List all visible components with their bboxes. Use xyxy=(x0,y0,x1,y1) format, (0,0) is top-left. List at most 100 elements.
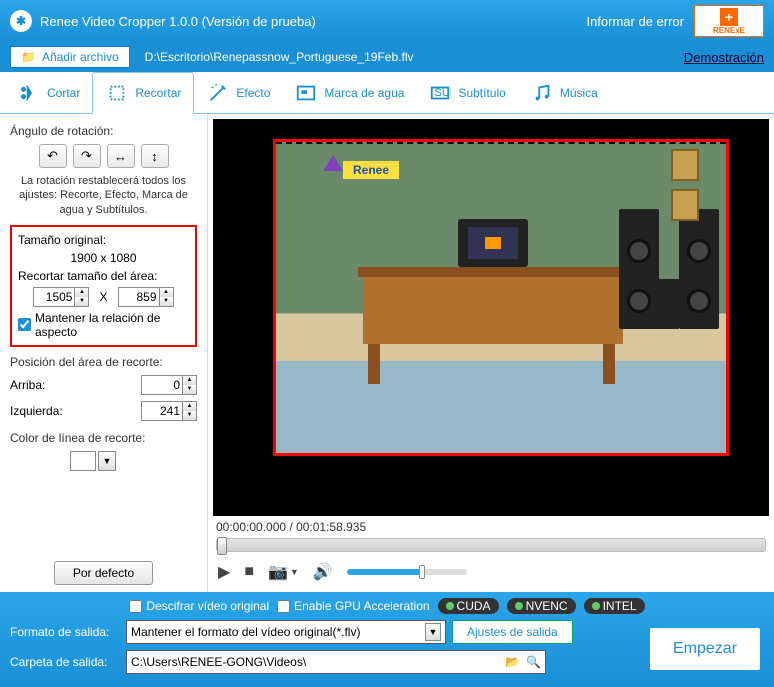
top-label: Arriba: xyxy=(10,378,80,392)
tab-effect[interactable]: Efecto xyxy=(194,72,282,113)
tab-cut[interactable]: Cortar xyxy=(5,72,92,113)
footer: Descifrar vídeo original Enable GPU Acce… xyxy=(0,592,774,687)
tab-music-label: Música xyxy=(560,86,598,100)
plus-icon: + xyxy=(720,8,738,26)
folder-label: Carpeta de salida: xyxy=(10,655,120,669)
chevron-down-icon[interactable]: ▼ xyxy=(425,623,441,641)
video-area[interactable]: Renee xyxy=(213,119,769,516)
crop-height-input[interactable] xyxy=(118,287,160,307)
chevron-down-icon[interactable]: ▼ xyxy=(75,297,88,306)
color-dropdown[interactable]: ▼ xyxy=(98,451,116,471)
left-spinner[interactable]: ▲▼ xyxy=(141,401,197,421)
left-label: Izquierda: xyxy=(10,404,80,418)
demo-link[interactable]: Demostración xyxy=(684,50,764,65)
crop-height-spinner[interactable]: ▲▼ xyxy=(118,287,174,307)
tab-watermark-label: Marca de agua xyxy=(324,86,404,100)
nvenc-badge: NVENC xyxy=(507,598,576,614)
wand-icon xyxy=(206,81,230,105)
output-folder-field[interactable]: C:\Users\RENEE-GONG\Videos\ 📂 🔍 xyxy=(126,650,546,674)
rotate-cw-button[interactable]: ↷ xyxy=(73,144,101,168)
chevron-up-icon[interactable]: ▲ xyxy=(75,288,88,297)
titlebar: ✱ Renee Video Cropper 1.0.0 (Versión de … xyxy=(0,0,774,42)
output-settings-button[interactable]: Ajustes de salida xyxy=(452,620,573,644)
tab-music[interactable]: Música xyxy=(518,72,610,113)
decode-checkbox[interactable]: Descifrar vídeo original xyxy=(129,599,269,613)
preview-panel: Renee 00:00:00.000 / 00:01:58.935 ▶ ■ 📷▼… xyxy=(208,114,774,592)
stop-button[interactable]: ■ xyxy=(244,563,254,581)
chevron-down-icon[interactable]: ▼ xyxy=(160,297,173,306)
start-button[interactable]: Empezar xyxy=(650,628,760,670)
folder-open-icon[interactable]: 📂 xyxy=(505,655,520,669)
size-panel: Tamaño original: 1900 x 1080 Recortar ta… xyxy=(10,225,197,347)
play-button[interactable]: ▶ xyxy=(218,562,230,582)
rotate-ccw-button[interactable]: ↶ xyxy=(39,144,67,168)
chevron-up-icon[interactable]: ▲ xyxy=(160,288,173,297)
flip-v-button[interactable]: ↕ xyxy=(141,144,169,168)
gpu-checkbox[interactable]: Enable GPU Acceleration xyxy=(277,599,429,613)
svg-text:SUB: SUB xyxy=(435,86,452,98)
timecode: 00:00:00.000 / 00:01:58.935 xyxy=(208,516,774,538)
crop-width-input[interactable] xyxy=(33,287,75,307)
scrubber[interactable] xyxy=(216,538,766,552)
chevron-down-icon[interactable]: ▼ xyxy=(183,385,196,394)
chevron-up-icon[interactable]: ▲ xyxy=(183,376,196,385)
content: Ángulo de rotación: ↶ ↷ ↔ ↕ La rotación … xyxy=(0,114,774,592)
scissors-icon xyxy=(17,81,41,105)
chevron-up-icon[interactable]: ▲ xyxy=(183,402,196,411)
report-error-link[interactable]: Informar de error xyxy=(586,14,684,29)
tab-watermark[interactable]: Marca de agua xyxy=(282,72,416,113)
decode-label: Descifrar vídeo original xyxy=(146,599,269,613)
music-icon xyxy=(530,81,554,105)
volume-thumb[interactable] xyxy=(419,565,425,579)
cuda-badge: CUDA xyxy=(438,598,499,614)
tab-crop-label: Recortar xyxy=(135,86,181,100)
chevron-down-icon[interactable]: ▼ xyxy=(183,411,196,420)
filebar: 📁 Añadir archivo D:\Escritorio\Renepassn… xyxy=(0,42,774,72)
snapshot-button[interactable]: 📷▼ xyxy=(268,562,299,582)
intel-badge: INTEL xyxy=(584,598,645,614)
crop-outline[interactable] xyxy=(273,139,729,456)
format-select[interactable]: Mantener el formato del vídeo original(*… xyxy=(126,620,446,644)
logo-text: RENExE xyxy=(713,26,745,35)
color-swatch[interactable] xyxy=(70,451,96,471)
volume-slider[interactable] xyxy=(347,569,467,575)
tab-effect-label: Efecto xyxy=(236,86,270,100)
add-file-label: Añadir archivo xyxy=(42,50,119,64)
folder-value: C:\Users\RENEE-GONG\Videos\ xyxy=(131,655,306,669)
keep-aspect-checkbox[interactable]: Mantener la relación de aspecto xyxy=(18,311,189,339)
rotation-note: La rotación restablecerá todos los ajust… xyxy=(10,174,197,217)
add-file-button[interactable]: 📁 Añadir archivo xyxy=(10,46,130,68)
orig-size-value: 1900 x 1080 xyxy=(70,251,136,265)
gpu-label: Enable GPU Acceleration xyxy=(294,599,429,613)
rotation-label: Ángulo de rotación: xyxy=(10,124,197,138)
line-color-label: Color de línea de recorte: xyxy=(10,431,197,445)
app-icon: ✱ xyxy=(10,10,32,32)
crop-icon xyxy=(105,81,129,105)
left-input[interactable] xyxy=(141,401,183,421)
tabs: Cortar Recortar Efecto Marca de agua SUB… xyxy=(0,72,774,114)
top-spinner[interactable]: ▲▼ xyxy=(141,375,197,395)
tab-crop[interactable]: Recortar xyxy=(92,72,194,114)
watermark-icon xyxy=(294,81,318,105)
position-label: Posición del área de recorte: xyxy=(10,355,197,369)
orig-size-label: Tamaño original: xyxy=(18,233,106,247)
subtitle-icon: SUB xyxy=(428,81,452,105)
sidebar: Ángulo de rotación: ↶ ↷ ↔ ↕ La rotación … xyxy=(0,114,208,592)
volume-icon[interactable]: 🔊 xyxy=(313,562,333,582)
crop-width-spinner[interactable]: ▲▼ xyxy=(33,287,89,307)
tab-cut-label: Cortar xyxy=(47,86,80,100)
window-title: Renee Video Cropper 1.0.0 (Versión de pr… xyxy=(40,14,316,29)
tab-subtitle[interactable]: SUB Subtítulo xyxy=(416,72,517,113)
folder-icon: 📁 xyxy=(21,50,36,64)
keep-aspect-input[interactable] xyxy=(18,318,31,331)
scrubber-thumb[interactable] xyxy=(217,537,227,555)
brand-logo: + RENExE xyxy=(694,5,764,37)
search-icon[interactable]: 🔍 xyxy=(526,655,541,669)
top-input[interactable] xyxy=(141,375,183,395)
file-path: D:\Escritorio\Renepassnow_Portuguese_19F… xyxy=(145,50,414,64)
default-button[interactable]: Por defecto xyxy=(54,561,153,585)
format-label: Formato de salida: xyxy=(10,625,120,639)
format-value: Mantener el formato del vídeo original(*… xyxy=(131,625,360,639)
flip-h-button[interactable]: ↔ xyxy=(107,144,135,168)
x-label: X xyxy=(99,290,107,304)
